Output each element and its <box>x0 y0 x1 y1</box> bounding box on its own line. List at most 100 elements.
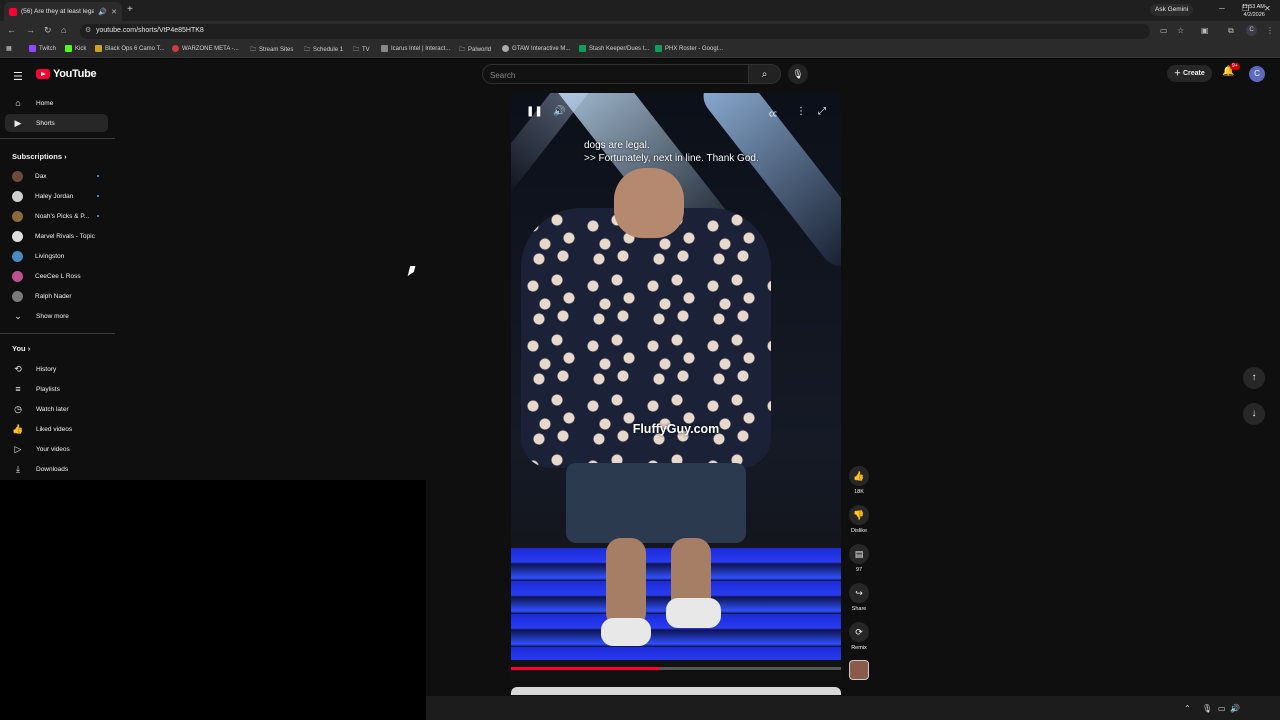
bookmark-favicon-icon <box>172 45 179 52</box>
performer-figure <box>521 168 771 648</box>
minimize-icon[interactable]: ─ <box>1219 4 1225 13</box>
history-icon: ⟲ <box>14 363 22 374</box>
previous-short-button[interactable]: ↑ <box>1243 367 1265 389</box>
sidepanel-icon[interactable]: ▣ <box>1201 26 1209 35</box>
subscription-item[interactable]: Marvel Rivals - Topic <box>5 227 108 245</box>
bookmark-item[interactable]: GTAW Interactive M... <box>502 45 570 52</box>
display-tray-icon[interactable]: ▭ <box>1218 704 1226 713</box>
video-progress-fill <box>511 667 660 670</box>
bookmark-star-icon[interactable]: ☆ <box>1177 26 1184 35</box>
next-short-preview[interactable] <box>511 687 841 695</box>
folder-icon: 🗀 <box>304 47 311 53</box>
channel-avatar <box>12 190 23 202</box>
tab-title: (56) Are they at least legal! <box>21 8 95 15</box>
bookmark-item[interactable]: Icarus Intel | Interact... <box>381 45 450 52</box>
bookmark-item[interactable]: WARZONE META -... <box>172 45 239 52</box>
sidebar-item-liked-videos[interactable]: 👍 Liked videos <box>5 420 108 438</box>
new-content-dot <box>97 195 99 197</box>
browser-menu-icon[interactable]: ⋮ <box>1266 26 1274 35</box>
url-text: youtube.com/shorts/VtP4e85HTK8 <box>96 27 204 34</box>
arrow-up-icon: ↑ <box>1251 372 1257 383</box>
channel-avatar <box>12 250 23 262</box>
fullscreen-icon[interactable]: ⤢ <box>818 106 826 117</box>
create-button[interactable]: ＋ Create <box>1167 65 1212 82</box>
subscriptions-heading[interactable]: Subscriptions › <box>12 152 67 161</box>
account-avatar[interactable]: C <box>1249 66 1265 82</box>
address-bar[interactable]: ⚙ youtube.com/shorts/VtP4e85HTK8 <box>80 24 1150 39</box>
sidebar-item-history[interactable]: ⟲ History <box>5 360 108 378</box>
bookmark-item[interactable]: Kick <box>65 45 86 52</box>
close-window-icon[interactable]: ✕ <box>1264 4 1271 13</box>
bookmark-favicon-icon <box>65 45 72 52</box>
more-options-icon[interactable]: ⋮ <box>796 106 806 117</box>
subscription-item[interactable]: Livingston <box>5 247 108 265</box>
audio-playing-icon[interactable]: 🔊 <box>98 8 107 16</box>
subscription-item[interactable]: CeeCee L Ross <box>5 267 108 285</box>
tray-chevron-up-icon[interactable]: ⌃ <box>1184 704 1191 713</box>
extensions-icon[interactable]: ⧉ <box>1228 26 1234 36</box>
back-icon[interactable]: ← <box>7 25 16 35</box>
subscription-item[interactable]: Noah's Picks & P... <box>5 207 108 225</box>
install-app-icon[interactable]: ▭ <box>1160 26 1168 35</box>
subscription-item[interactable]: Dax <box>5 167 108 185</box>
performer-shoe <box>666 598 721 628</box>
subscription-item[interactable]: Ralph Nader <box>5 287 108 305</box>
remix-button[interactable]: ⟳ Remix <box>848 622 870 651</box>
bookmark-item[interactable]: Twitch <box>29 45 56 52</box>
sidebar-item-downloads[interactable]: ⤓ Downloads <box>5 460 108 478</box>
show-more-button[interactable]: ⌄ Show more <box>5 307 108 325</box>
sidebar-item-home[interactable]: ⌂ Home <box>5 94 108 112</box>
you-heading[interactable]: You › <box>12 344 30 353</box>
voice-search-button[interactable]: 🎙 <box>788 64 808 84</box>
share-button[interactable]: ↪ Share <box>848 583 870 612</box>
sidebar-item-playlists[interactable]: ≡ Playlists <box>5 380 108 398</box>
pause-icon[interactable]: ❚❚ <box>526 106 543 117</box>
site-info-icon[interactable]: ⚙ <box>85 26 91 34</box>
youtube-logo[interactable]: YouTube <box>36 68 97 80</box>
forward-icon[interactable]: → <box>26 25 35 35</box>
tab-close-icon[interactable]: ✕ <box>111 8 117 16</box>
home-icon: ⌂ <box>15 98 21 108</box>
sidebar-item-shorts[interactable]: ▶ Shorts <box>5 114 108 132</box>
video-progress-bar[interactable] <box>511 667 841 670</box>
menu-icon[interactable]: ☰ <box>13 70 23 83</box>
home-browser-icon[interactable]: ⌂ <box>61 25 66 35</box>
browser-tab[interactable]: (56) Are they at least legal! 🔊 ✕ <box>4 2 122 21</box>
comments-button[interactable]: ▤ 97 <box>848 544 870 573</box>
subscription-item[interactable]: Haley Jordan <box>5 187 108 205</box>
search-input[interactable] <box>483 66 748 85</box>
channel-avatar <box>12 230 23 242</box>
ask-gemini-button[interactable]: Ask Gemini <box>1150 4 1194 16</box>
volume-icon[interactable]: 🔊 <box>553 106 565 117</box>
captions-icon[interactable]: ㏄ <box>769 108 777 119</box>
bookmark-folder[interactable]: 🗀 TV <box>353 45 370 55</box>
sidebar-item-watch-later[interactable]: ◷ Watch later <box>5 400 108 418</box>
shorts-video-player[interactable]: ❚❚ 🔊 ㏄ ⋮ ⤢ dogs are legal. >> Fortunatel… <box>511 93 841 680</box>
mic-tray-icon[interactable]: 🎙 <box>1202 704 1212 713</box>
your-videos-icon: ▷ <box>14 443 22 454</box>
apps-grid-icon[interactable]: ▦ <box>6 45 12 52</box>
reload-icon[interactable]: ↻ <box>44 25 52 36</box>
channel-avatar <box>12 270 23 282</box>
sidebar-item-your-videos[interactable]: ▷ Your videos <box>5 440 108 458</box>
browser-profile-avatar[interactable]: C <box>1246 25 1257 36</box>
new-tab-button[interactable]: + <box>127 4 133 15</box>
search-button[interactable]: ⌕ <box>749 64 781 84</box>
browser-toolbar: ← → ↻ ⌂ ⚙ youtube.com/shorts/VtP4e85HTK8… <box>0 21 1280 42</box>
bookmark-item[interactable]: Stash Keeper/Dues t... <box>579 45 649 52</box>
taskbar: ⌃ 🎙 ▭ 🔊 <box>426 696 1280 720</box>
bookmark-item[interactable]: Black Ops 6 Camo T... <box>95 45 165 52</box>
search-box[interactable] <box>482 64 749 85</box>
volume-tray-icon[interactable]: 🔊 <box>1230 704 1240 713</box>
bookmark-folder[interactable]: 🗀 Stream Sites <box>250 45 293 55</box>
channel-thumbnail[interactable] <box>849 660 869 680</box>
bookmark-folder[interactable]: 🗀 Schedule 1 <box>304 45 343 55</box>
like-button[interactable]: 👍 18K <box>848 466 870 495</box>
next-short-button[interactable]: ↓ <box>1243 403 1265 425</box>
system-clock[interactable]: 11:53 AM 4/2/2026 <box>1242 3 1265 19</box>
dislike-button[interactable]: 👎 Dislike <box>848 505 870 534</box>
bookmark-folder[interactable]: 🗀 Palworld <box>459 45 491 55</box>
video-watermark: FluffyGuy.com <box>632 422 720 436</box>
thumbs-down-icon: 👎 <box>849 505 869 525</box>
bookmark-item[interactable]: PHX Roster - Googl... <box>655 45 723 52</box>
